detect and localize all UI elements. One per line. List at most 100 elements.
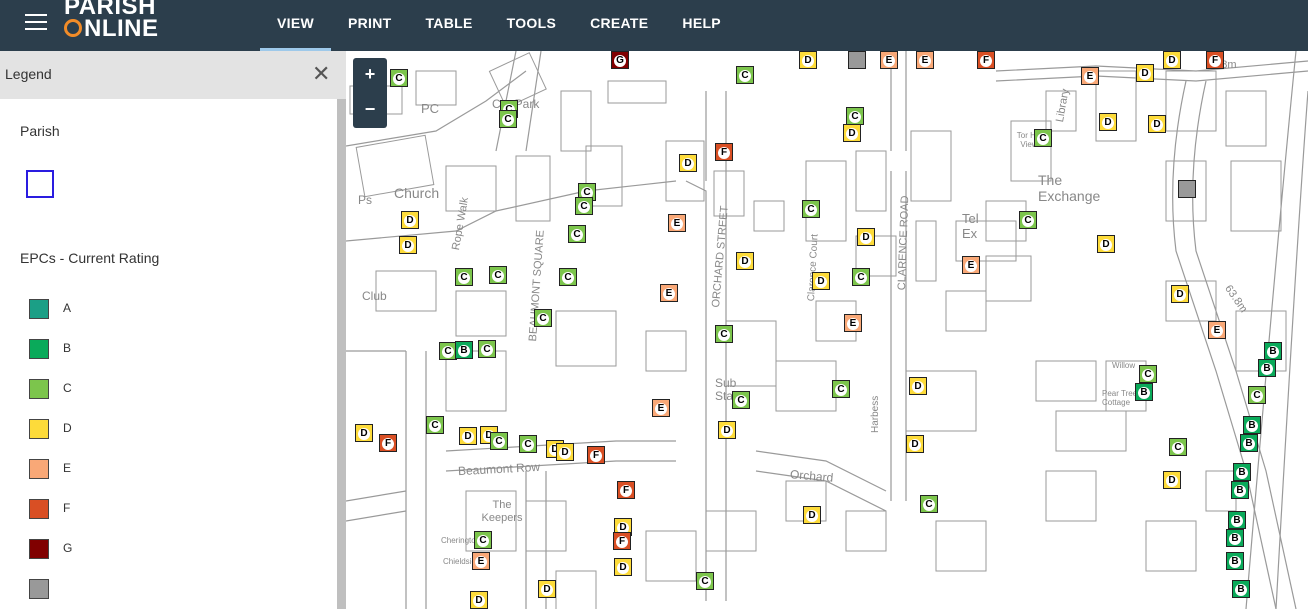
epc-marker-f[interactable]: F <box>617 481 635 499</box>
epc-marker-c[interactable]: C <box>1139 365 1157 383</box>
epc-marker-d[interactable]: D <box>614 558 632 576</box>
epc-marker-b[interactable]: B <box>1231 481 1249 499</box>
epc-marker-d[interactable]: D <box>538 580 556 598</box>
epc-marker-e[interactable]: E <box>880 51 898 69</box>
nav-tools[interactable]: TOOLS <box>490 0 573 51</box>
nav-create[interactable]: CREATE <box>573 0 665 51</box>
epc-marker-f[interactable]: F <box>379 434 397 452</box>
epc-marker-e[interactable]: E <box>962 256 980 274</box>
epc-marker-c[interactable]: C <box>568 225 586 243</box>
epc-marker-d[interactable]: D <box>1136 64 1154 82</box>
epc-marker-g[interactable]: G <box>611 51 629 69</box>
epc-marker-d[interactable]: D <box>355 424 373 442</box>
epc-marker-e[interactable]: E <box>668 214 686 232</box>
epc-marker-c[interactable]: C <box>474 531 492 549</box>
epc-marker-d[interactable]: D <box>459 427 477 445</box>
epc-marker-b[interactable]: B <box>1226 552 1244 570</box>
epc-marker-f[interactable]: F <box>613 532 631 550</box>
epc-marker-c[interactable]: C <box>736 66 754 84</box>
menu-icon[interactable] <box>25 14 47 32</box>
epc-marker-d[interactable]: D <box>556 443 574 461</box>
epc-marker-c[interactable]: C <box>478 340 496 358</box>
zoom-control: + − <box>353 58 387 128</box>
epc-marker-d[interactable]: D <box>718 421 736 439</box>
epc-marker-d[interactable]: D <box>399 236 417 254</box>
epc-marker-e[interactable]: E <box>916 51 934 69</box>
epc-marker-c[interactable]: C <box>732 391 750 409</box>
epc-marker-b[interactable]: B <box>1135 383 1153 401</box>
epc-marker-d[interactable]: D <box>1163 51 1181 69</box>
epc-marker-c[interactable]: C <box>852 268 870 286</box>
epc-marker-b[interactable]: B <box>1243 416 1261 434</box>
epc-marker-c[interactable]: C <box>846 107 864 125</box>
epc-marker-c[interactable]: C <box>499 110 517 128</box>
nav-view[interactable]: VIEW <box>260 0 331 51</box>
epc-marker-f[interactable]: F <box>715 143 733 161</box>
epc-marker-e[interactable]: E <box>1081 67 1099 85</box>
epc-marker-d[interactable]: D <box>401 211 419 229</box>
legend-label: B <box>63 341 72 355</box>
zoom-in-button[interactable]: + <box>353 58 387 93</box>
epc-marker-d[interactable]: D <box>909 377 927 395</box>
epc-marker-c[interactable]: C <box>519 435 537 453</box>
zoom-out-button[interactable]: − <box>353 93 387 128</box>
epc-marker-b[interactable]: B <box>1232 580 1250 598</box>
map-canvas[interactable]: PC Car Park Church Ps Rope Walk Club BEA… <box>346 51 1308 609</box>
epc-marker-b[interactable]: B <box>455 341 473 359</box>
epc-marker-c[interactable]: C <box>920 495 938 513</box>
epc-marker-c[interactable]: C <box>489 266 507 284</box>
epc-marker-e[interactable]: E <box>660 284 678 302</box>
epc-marker-d[interactable]: D <box>679 154 697 172</box>
epc-marker-c[interactable]: C <box>1248 386 1266 404</box>
epc-marker-f[interactable]: F <box>977 51 995 69</box>
epc-marker-c[interactable]: C <box>534 309 552 327</box>
epc-marker-d[interactable]: D <box>906 435 924 453</box>
epc-marker-f[interactable]: F <box>1206 51 1224 69</box>
epc-marker-b[interactable]: B <box>1258 359 1276 377</box>
epc-marker-d[interactable]: D <box>470 591 488 609</box>
epc-marker-d[interactable]: D <box>1163 471 1181 489</box>
epc-marker-b[interactable]: B <box>1226 529 1244 547</box>
main-nav: VIEW PRINT TABLE TOOLS CREATE HELP <box>260 0 738 51</box>
epc-marker-d[interactable]: D <box>843 124 861 142</box>
epc-marker-d[interactable]: D <box>803 506 821 524</box>
epc-marker-b[interactable]: B <box>1228 511 1246 529</box>
epc-marker-b[interactable]: B <box>1233 463 1251 481</box>
epc-marker-d[interactable]: D <box>1099 113 1117 131</box>
nav-help[interactable]: HELP <box>665 0 738 51</box>
close-icon[interactable]: ✕ <box>312 63 330 85</box>
epc-marker-n[interactable] <box>1178 180 1196 198</box>
nav-print[interactable]: PRINT <box>331 0 409 51</box>
epc-marker-d[interactable]: D <box>1171 285 1189 303</box>
epc-marker-e[interactable]: E <box>652 399 670 417</box>
epc-marker-d[interactable]: D <box>799 51 817 69</box>
epc-marker-c[interactable]: C <box>832 380 850 398</box>
epc-marker-c[interactable]: C <box>1034 129 1052 147</box>
epc-marker-e[interactable]: E <box>472 552 490 570</box>
epc-marker-n[interactable] <box>848 51 866 69</box>
epc-marker-d[interactable]: D <box>1097 235 1115 253</box>
epc-marker-c[interactable]: C <box>490 432 508 450</box>
epc-marker-c[interactable]: C <box>802 200 820 218</box>
epc-marker-d[interactable]: D <box>812 272 830 290</box>
epc-marker-f[interactable]: F <box>587 446 605 464</box>
nav-table[interactable]: TABLE <box>408 0 489 51</box>
legend-swatch <box>29 419 49 439</box>
epc-marker-d[interactable]: D <box>1148 115 1166 133</box>
legend-scrollbar[interactable] <box>337 99 346 609</box>
epc-marker-e[interactable]: E <box>1208 321 1226 339</box>
epc-marker-d[interactable]: D <box>857 228 875 246</box>
epc-marker-c[interactable]: C <box>426 416 444 434</box>
epc-marker-b[interactable]: B <box>1240 434 1258 452</box>
epc-marker-c[interactable]: C <box>390 69 408 87</box>
epc-marker-e[interactable]: E <box>844 314 862 332</box>
epc-marker-c[interactable]: C <box>1169 438 1187 456</box>
epc-marker-d[interactable]: D <box>736 252 754 270</box>
epc-marker-c[interactable]: C <box>455 268 473 286</box>
epc-marker-c[interactable]: C <box>715 325 733 343</box>
epc-marker-b[interactable]: B <box>1264 342 1282 360</box>
epc-marker-c[interactable]: C <box>559 268 577 286</box>
epc-marker-c[interactable]: C <box>696 572 714 590</box>
epc-marker-c[interactable]: C <box>1019 211 1037 229</box>
epc-marker-c[interactable]: C <box>575 197 593 215</box>
